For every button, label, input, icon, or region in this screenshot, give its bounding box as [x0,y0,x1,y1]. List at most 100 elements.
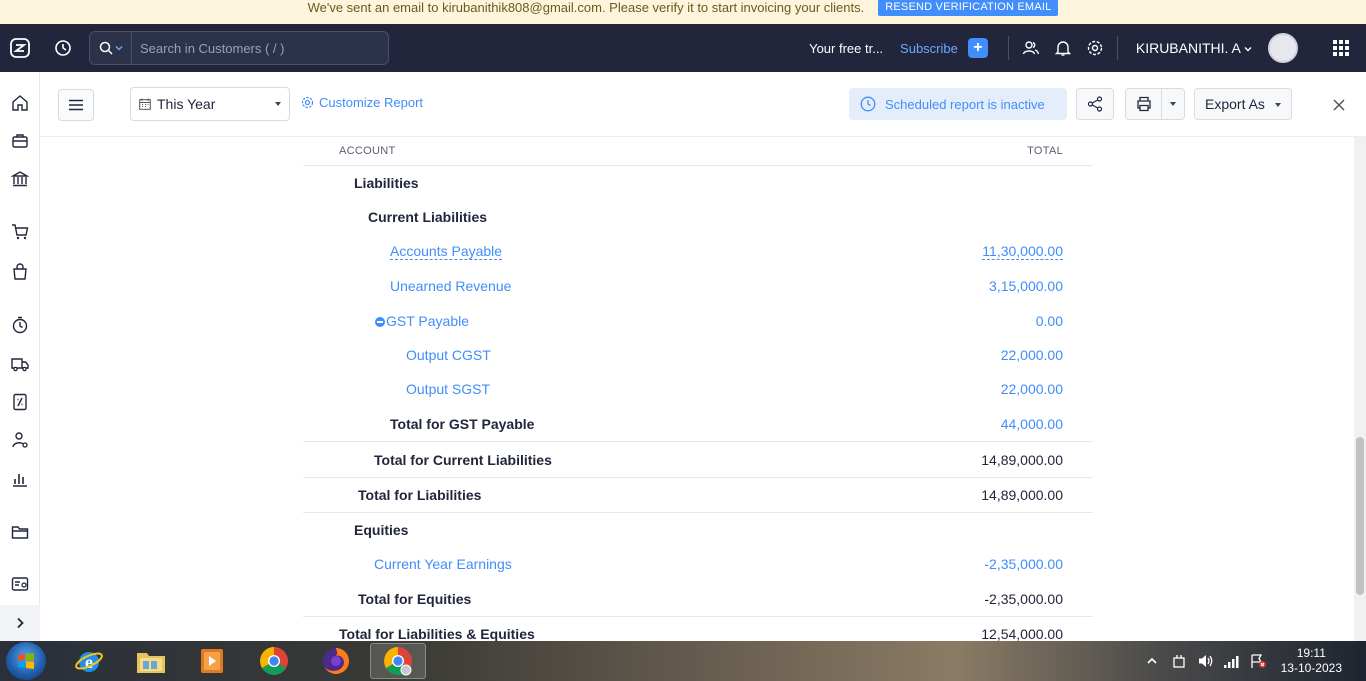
group-heading-current-liabilities: Current Liabilities [368,209,488,225]
chevron-down-icon [1244,47,1252,52]
scheduled-report-status[interactable]: Scheduled report is inactive [849,88,1067,120]
documents-folder-icon[interactable] [0,520,40,544]
time-tracking-icon[interactable] [0,313,40,337]
expand-sidebar-button[interactable] [0,605,40,641]
page-scrollbar[interactable] [1354,137,1366,641]
print-button[interactable] [1126,89,1162,119]
amount-link[interactable]: 0.00 [1036,313,1063,329]
amount-link[interactable]: -2,35,000.00 [984,556,1063,572]
app-logo-icon[interactable] [0,24,40,72]
table-row: Unearned Revenue 3,15,000.00 [303,269,1093,303]
collapse-minus-icon[interactable] [375,316,385,327]
scheduled-report-label: Scheduled report is inactive [885,96,1045,112]
chrome-icon[interactable] [246,643,302,679]
accountant-doc-icon[interactable] [0,390,40,414]
chevron-right-icon [17,617,24,629]
action-center-flag-icon [1250,654,1266,668]
topbar-right: Your free tr... Subscribe + KIRUBANITHI.… [809,24,1366,72]
scrollbar-thumb[interactable] [1356,437,1364,595]
customize-report-button[interactable]: Customize Report [301,95,423,110]
account-link-unearned-revenue[interactable]: Unearned Revenue [390,278,511,294]
clock-date: 13-10-2023 [1280,661,1342,675]
account-link-accounts-payable[interactable]: Accounts Payable [390,243,503,260]
hamburger-icon [69,99,83,111]
system-clock[interactable]: 19:11 13-10-2023 [1281,646,1342,676]
chevron-down-icon [1170,102,1176,106]
power-plug-icon [1172,655,1185,668]
media-player-icon[interactable] [184,643,240,679]
table-row: Total for Liabilities & Equities 12,54,0… [303,616,1093,641]
amount-link[interactable]: 3,15,000.00 [989,278,1063,294]
print-options-dropdown[interactable] [1162,89,1184,119]
total-liabilities-label: Total for Liabilities [358,487,482,503]
amount-link[interactable]: 22,000.00 [1001,381,1063,397]
resend-verification-button[interactable]: RESEND VERIFICATION EMAIL [878,0,1059,16]
share-button[interactable] [1076,88,1114,120]
table-row: Total for GST Payable 44,000.00 [303,406,1093,441]
table-row: Current Year Earnings -2,35,000.00 [303,547,1093,581]
close-icon[interactable] [1330,96,1348,114]
amount-link[interactable]: 22,000.00 [1001,347,1063,363]
banking-icon[interactable] [0,167,40,191]
app-grid-icon[interactable] [1316,24,1366,72]
recent-history-icon[interactable] [40,39,86,57]
customize-report-label: Customize Report [319,95,424,110]
period-select[interactable]: This Year [130,87,290,121]
free-trial-text: Your free tr... [809,40,884,56]
home-icon[interactable] [0,91,40,115]
firefox-icon[interactable] [308,643,364,679]
print-button-group [1125,88,1185,120]
export-as-button[interactable]: Export As [1194,88,1292,120]
amount-link[interactable]: 11,30,000.00 [982,243,1063,260]
sales-cart-icon[interactable] [0,220,40,244]
contacts-person-icon[interactable] [0,428,40,452]
network-signal-icon [1223,656,1239,668]
items-box-icon[interactable] [0,129,40,153]
search-input[interactable]: Search in Customers ( / ) [132,41,285,56]
start-button[interactable] [6,642,46,680]
account-link-current-year-earnings[interactable]: Current Year Earnings [374,556,512,572]
purchases-bag-icon[interactable] [0,260,40,284]
verification-message: We've sent an email to kirubanithik808@g… [307,0,865,15]
account-link-gst-payable[interactable]: GST Payable [375,313,469,329]
table-row: Total for Current Liabilities 14,89,000.… [303,441,1093,477]
search-box[interactable]: Search in Customers ( / ) [89,31,389,65]
system-tray: 19:11 13-10-2023 [1147,641,1366,681]
period-value: This Year [157,96,216,112]
subscribe-link[interactable]: Subscribe [900,41,958,56]
divider [1116,36,1118,60]
table-row: GST Payable 0.00 [303,303,1093,338]
table-row: Liabilities [303,166,1093,200]
file-explorer-icon[interactable] [123,643,179,679]
column-header-account: ACCOUNT [339,145,396,157]
table-row: Current Liabilities [303,200,1093,234]
report-table-header: ACCOUNT TOTAL [303,137,1093,166]
reports-chart-icon[interactable] [0,467,40,491]
avatar[interactable] [1268,33,1298,63]
menu-hamburger-button[interactable] [58,89,94,121]
chevron-down-icon [275,102,281,106]
search-icon[interactable] [90,32,132,64]
internet-explorer-icon[interactable]: e [61,643,117,679]
gear-icon [301,96,314,109]
amount-link[interactable]: 44,000.00 [1001,416,1063,432]
delivery-truck-icon[interactable] [0,352,40,376]
table-row: Output CGST 22,000.00 [303,338,1093,372]
notification-bell-icon[interactable] [1047,24,1079,72]
chevron-down-icon [115,46,122,51]
organization-name[interactable]: KIRUBANITHI. A [1136,40,1252,56]
account-link-output-cgst[interactable]: Output CGST [406,347,491,363]
account-link-output-sgst[interactable]: Output SGST [406,381,490,397]
table-row: Equities [303,512,1093,547]
clock-time: 19:11 [1296,646,1326,660]
chevron-up-icon [1147,657,1157,664]
total-current-liabilities-label: Total for Current Liabilities [374,451,552,468]
quick-create-button[interactable]: + [967,38,988,58]
users-icon[interactable] [1015,24,1047,72]
configure-features-icon[interactable] [0,572,40,596]
amount-value: 12,54,000.00 [981,626,1063,641]
table-row: Output SGST 22,000.00 [303,372,1093,406]
settings-gear-icon[interactable] [1079,24,1111,72]
chrome-profile-active-icon[interactable] [370,643,426,679]
amount-value: 14,89,000.00 [981,487,1063,503]
